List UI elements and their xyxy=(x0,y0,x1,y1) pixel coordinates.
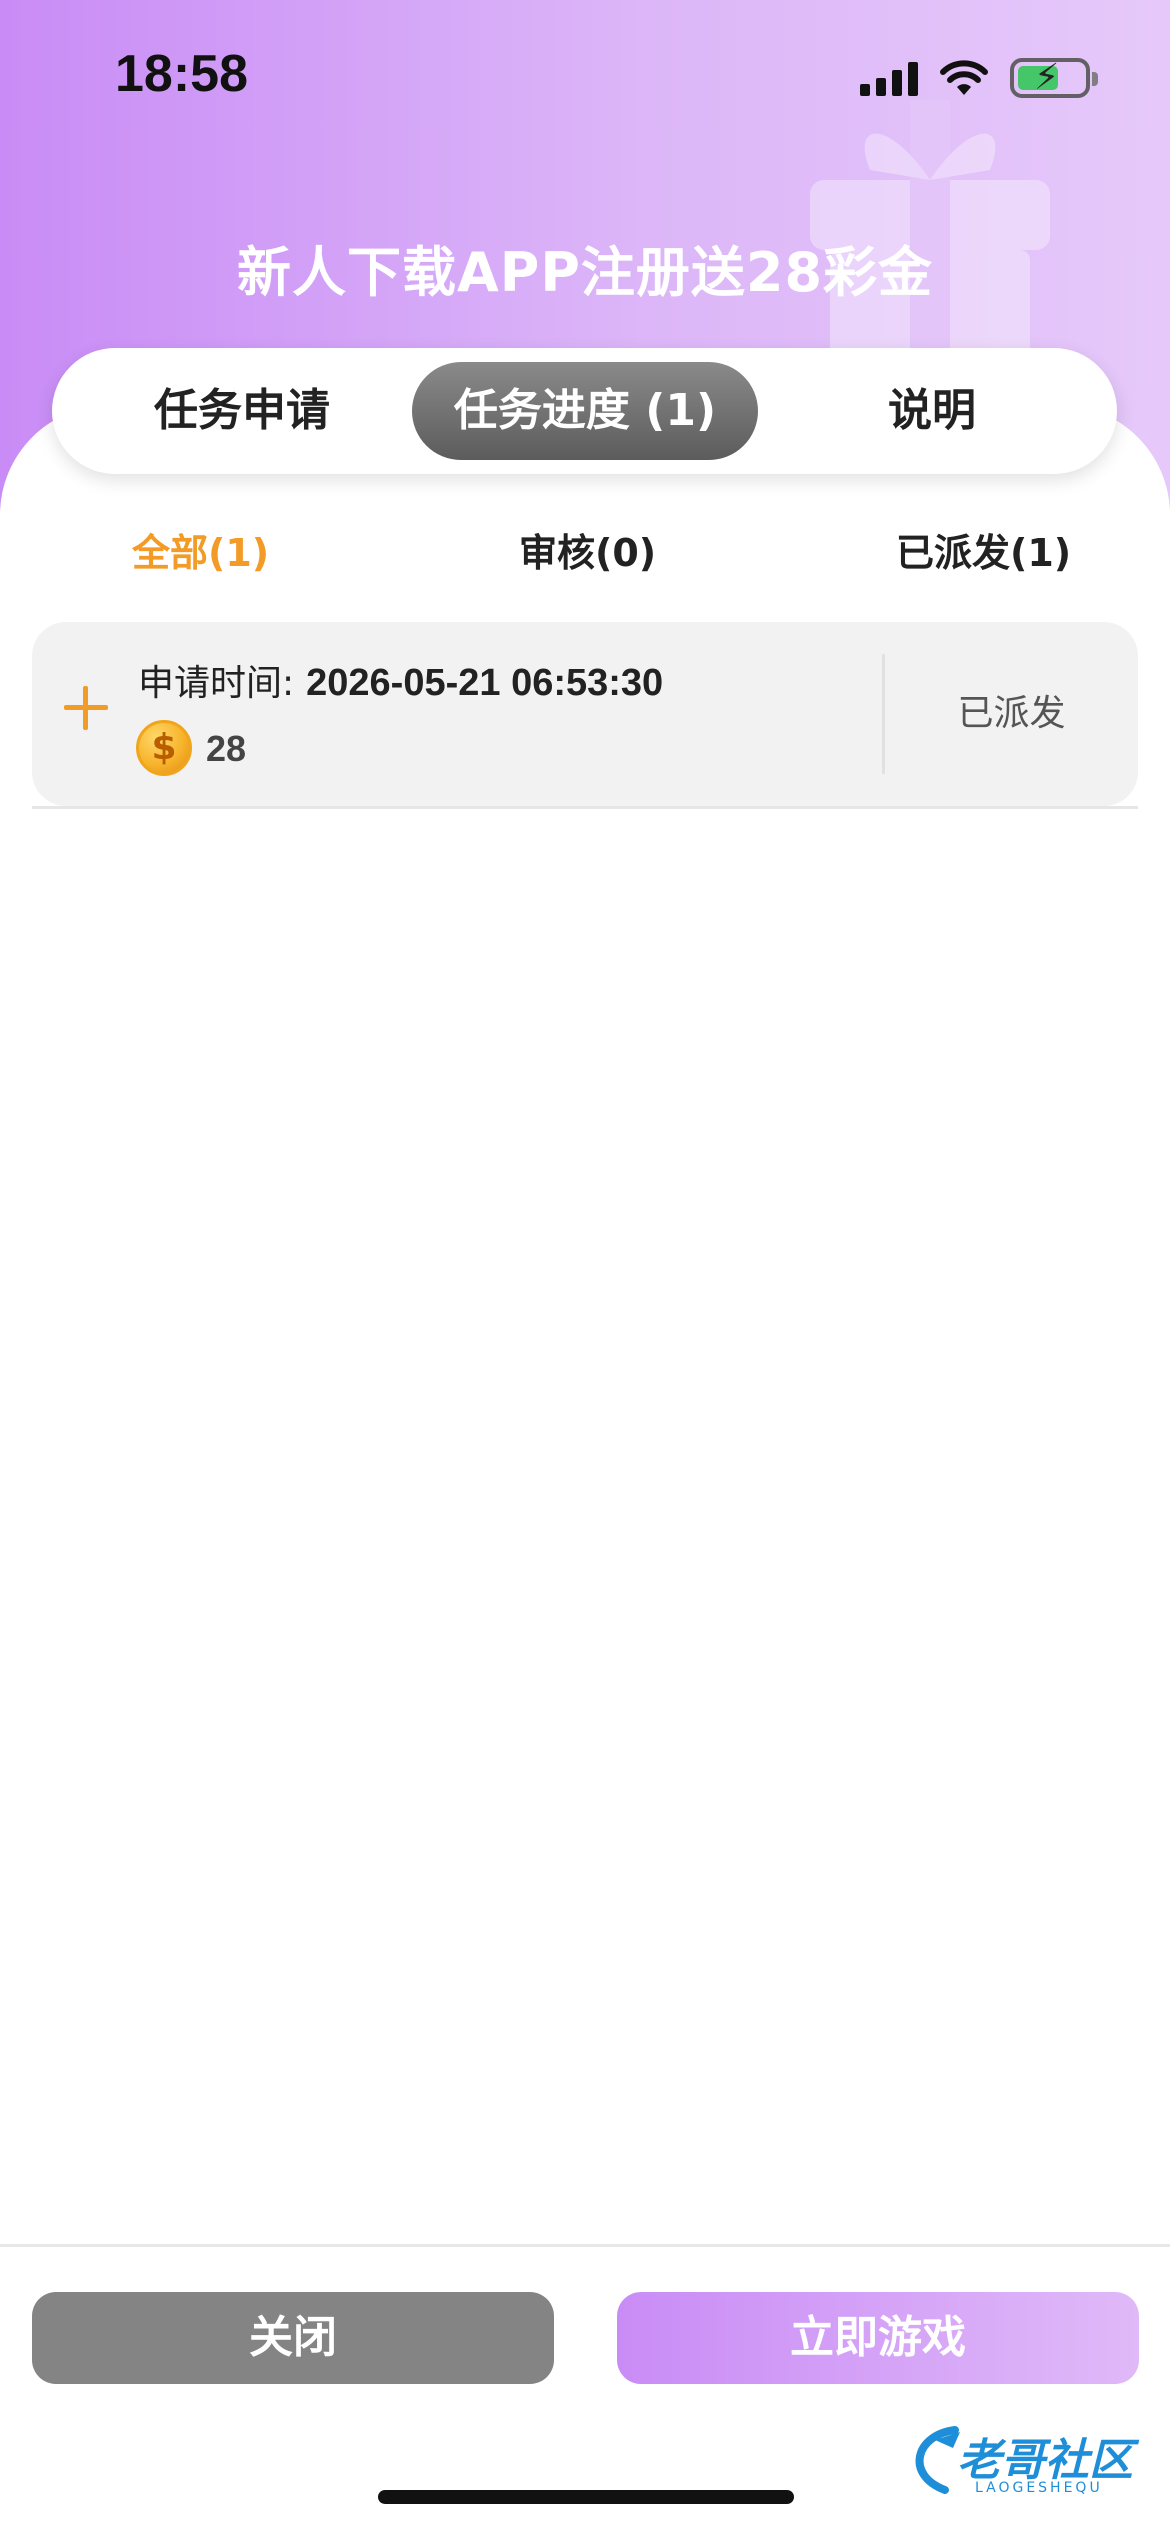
home-indicator[interactable] xyxy=(378,2490,794,2504)
tab-task-apply[interactable]: 任务申请 xyxy=(92,362,392,460)
watermark-subtext: LAOGESHEQU xyxy=(975,2480,1103,2496)
reward-amount: 28 xyxy=(206,728,247,769)
status-time: 18:58 xyxy=(115,45,248,103)
dragon-logo-icon xyxy=(915,2426,960,2494)
coin-icon: $ xyxy=(136,720,192,776)
battery-charging-icon: ⚡ xyxy=(1010,58,1098,98)
apply-time-value: 2026-05-21 06:53:30 xyxy=(306,662,664,704)
subtab-review[interactable]: 审核(0) xyxy=(519,525,656,581)
apply-time-label: 申请时间: xyxy=(138,663,295,704)
status-bar: 18:58 ⚡ xyxy=(0,0,1170,150)
apply-time: 申请时间: 2026-05-21 06:53:30 xyxy=(138,658,663,708)
close-button[interactable]: 关闭 xyxy=(32,2292,554,2384)
signal-icon xyxy=(860,60,918,96)
status-icons: ⚡ xyxy=(860,56,1098,100)
bottom-divider xyxy=(0,2244,1170,2247)
app-screen: 18:58 ⚡ 新人下载APP注册送28彩金 任务申请 任务进度 (1) 说明 … xyxy=(0,0,1170,2532)
record-status: 已派发 xyxy=(957,693,1066,734)
play-now-button[interactable]: 立即游戏 xyxy=(617,2292,1139,2384)
wifi-icon xyxy=(940,60,988,95)
subtab-dispatched[interactable]: 已派发(1) xyxy=(896,525,1071,581)
subtab-all[interactable]: 全部(1) xyxy=(132,525,269,581)
watermark-text: 老哥社区 xyxy=(957,2435,1133,2486)
plus-expand-icon[interactable] xyxy=(62,684,110,732)
card-underline xyxy=(32,806,1138,809)
main-tab-bar: 任务申请 任务进度 (1) 说明 xyxy=(52,348,1117,474)
record-card[interactable]: 申请时间: 2026-05-21 06:53:30 $ 28 已派发 xyxy=(32,622,1138,806)
tab-task-progress[interactable]: 任务进度 (1) xyxy=(412,362,758,460)
page-title: 新人下载APP注册送28彩金 xyxy=(236,241,934,304)
watermark-logo: 老哥社区 LAOGESHEQU xyxy=(905,2420,1155,2506)
tab-instructions[interactable]: 说明 xyxy=(772,362,1092,460)
